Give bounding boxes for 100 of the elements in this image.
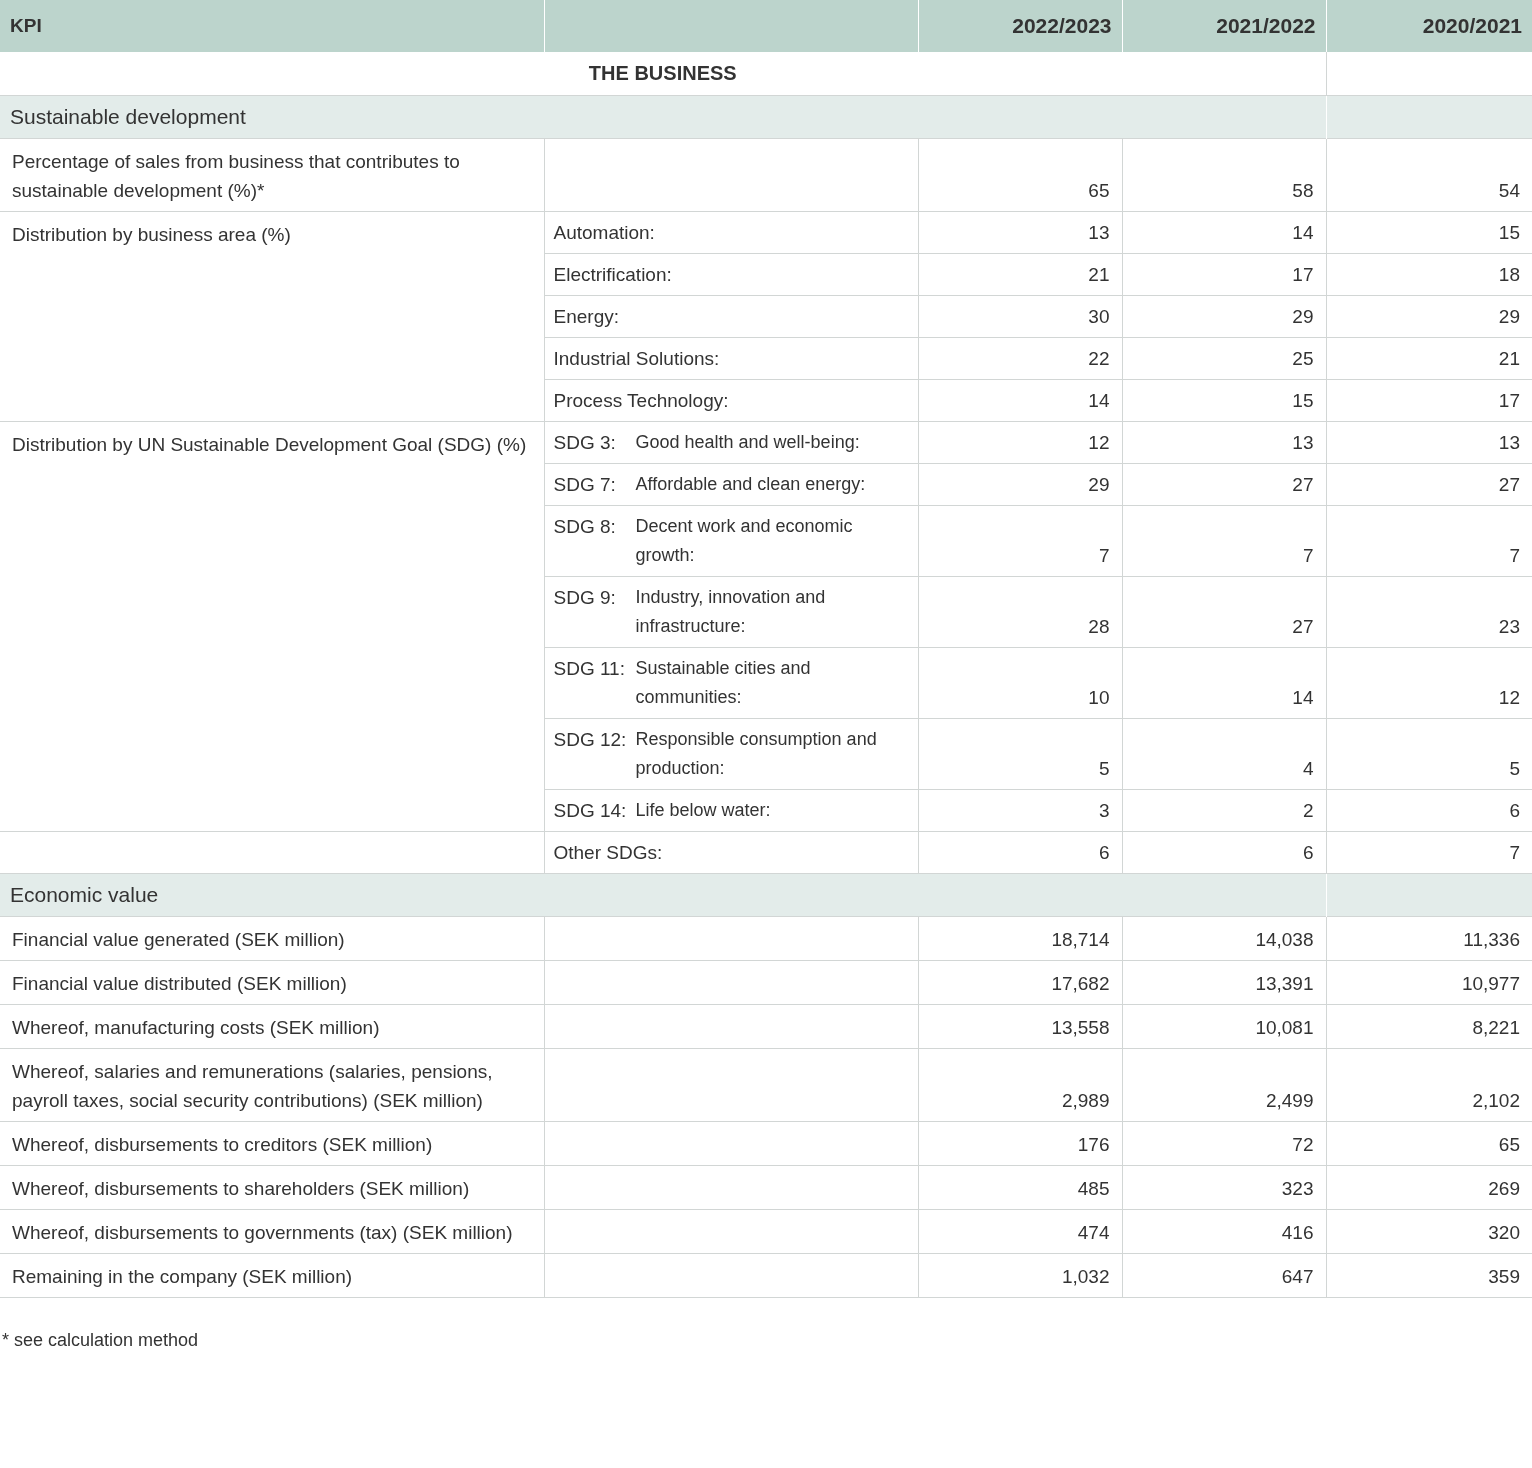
row-item: Industrial Solutions:	[553, 347, 720, 369]
table-cell: 6	[1098, 841, 1110, 863]
table-cell: 13,391	[1255, 972, 1314, 994]
table-cell: 6	[1302, 841, 1314, 863]
table-cell: 416	[1281, 1221, 1314, 1243]
row-item: Decent work and economic growth:	[635, 514, 854, 567]
column-header: 2022/2023	[918, 0, 1122, 52]
row-item: Life below water:	[635, 798, 771, 822]
table-cell: 65	[1088, 179, 1110, 201]
sdg-code: SDG 3:	[553, 430, 617, 455]
table-cell: 2,499	[1265, 1089, 1314, 1111]
row-label: Whereof, disbursements to shareholders (SEK million)	[12, 1177, 470, 1199]
column-header: 2020/2021	[1326, 0, 1532, 52]
table-cell: 22	[1088, 347, 1110, 369]
table-cell: 3	[1098, 799, 1110, 821]
row-item: Other SDGs:	[553, 841, 663, 863]
table-cell: 8,221	[1472, 1016, 1520, 1038]
table-cell: 27	[1292, 473, 1314, 495]
row-item: Electrification:	[553, 263, 672, 285]
table-cell: 65	[1498, 1133, 1520, 1155]
table-cell: 18	[1498, 263, 1520, 285]
table-cell: 29	[1088, 473, 1110, 495]
row-item: Sustainable cities and communities:	[635, 656, 812, 709]
table-cell: 21	[1498, 347, 1520, 369]
table-cell: 28	[1088, 615, 1110, 637]
table-cell: 5	[1098, 757, 1110, 779]
row-item: Industry, innovation and infrastructure:	[635, 585, 827, 638]
table-cell: 21	[1088, 263, 1110, 285]
table-cell: 25	[1292, 347, 1314, 369]
table-cell: 14,038	[1255, 928, 1314, 950]
column-header: 2021/2022	[1122, 0, 1326, 52]
sdg-code: SDG 11:	[553, 656, 626, 681]
table-cell: 18,714	[1051, 928, 1110, 950]
table-cell: 13	[1292, 431, 1314, 453]
table-cell: 10,977	[1461, 972, 1520, 994]
row-item: Responsible consumption and production:	[635, 727, 878, 780]
row-item: Affordable and clean energy:	[635, 472, 866, 496]
sdg-code: SDG 14:	[553, 798, 628, 823]
table-cell: 485	[1077, 1177, 1110, 1199]
table-cell: 23	[1498, 615, 1520, 637]
row-item: Good health and well-being:	[635, 430, 860, 454]
row-label: Whereof, disbursements to governments (tax) (SEK million)	[12, 1221, 513, 1243]
row-label: Remaining in the company (SEK million)	[12, 1265, 353, 1287]
table-cell: 15	[1292, 389, 1314, 411]
sdg-code: SDG 9:	[553, 585, 617, 610]
table-title: THE BUSINESS	[588, 62, 737, 84]
table-cell: 7	[1509, 544, 1520, 566]
table-cell: 29	[1292, 305, 1314, 327]
table-cell: 7	[1302, 544, 1314, 566]
table-cell: 4	[1302, 757, 1314, 779]
table-cell: 17	[1498, 389, 1520, 411]
row-item: Energy:	[553, 305, 619, 327]
table-cell: 17	[1292, 263, 1314, 285]
table-cell: 13	[1498, 431, 1520, 453]
table-cell: 14	[1292, 686, 1314, 708]
table-cell: 7	[1098, 544, 1110, 566]
table-cell: 30	[1088, 305, 1110, 327]
row-label: Whereof, disbursements to creditors (SEK million)	[12, 1133, 433, 1155]
row-label: Whereof, manufacturing costs (SEK million)	[12, 1016, 380, 1038]
table-cell: 13,558	[1051, 1016, 1110, 1038]
column-header: KPI	[0, 0, 544, 52]
table-cell: 54	[1498, 179, 1520, 201]
row-label: Financial value generated (SEK million)	[12, 928, 345, 950]
table-cell: 29	[1498, 305, 1520, 327]
table-cell: 58	[1292, 179, 1314, 201]
table-cell: 11,336	[1463, 928, 1520, 950]
sdg-code: SDG 12:	[553, 727, 628, 752]
table-cell: 320	[1488, 1221, 1520, 1243]
table-cell: 13	[1088, 221, 1110, 243]
row-item: Automation:	[553, 221, 655, 243]
table-cell: 12	[1088, 431, 1110, 453]
table-cell: 27	[1498, 473, 1520, 495]
table-cell: 2,989	[1061, 1089, 1110, 1111]
table-cell: 2	[1302, 799, 1314, 821]
table-cell: 474	[1077, 1221, 1110, 1243]
row-label: Whereof, salaries and remunerations (salaries, pensions, payroll taxes, social security contributions) (SEK million)	[12, 1060, 493, 1111]
row-label: Percentage of sales from business that contributes to sustainable development (%)*	[12, 150, 460, 201]
table-cell: 359	[1488, 1265, 1520, 1287]
table-cell: 6	[1509, 799, 1520, 821]
table-cell: 10,081	[1255, 1016, 1314, 1038]
table-cell: 647	[1281, 1265, 1314, 1287]
row-label: Distribution by UN Sustainable Development Goal (SDG) (%)	[12, 433, 527, 455]
sdg-code: SDG 7:	[553, 472, 617, 497]
table-cell: 12	[1498, 686, 1520, 708]
table-cell: 14	[1088, 389, 1110, 411]
section-heading: Economic value	[0, 873, 1326, 916]
table-cell: 15	[1498, 221, 1520, 243]
table-cell: 10	[1088, 686, 1110, 708]
section-heading: Sustainable development	[0, 95, 1326, 138]
sdg-code: SDG 8:	[553, 514, 617, 539]
table-cell: 323	[1281, 1177, 1314, 1199]
table-cell: 269	[1488, 1177, 1520, 1199]
row-label: Financial value distributed (SEK million)	[12, 972, 347, 994]
row-label: Distribution by business area (%)	[12, 223, 291, 245]
table-cell: 1,032	[1061, 1265, 1110, 1287]
table-cell: 176	[1077, 1133, 1110, 1155]
table-cell: 14	[1292, 221, 1314, 243]
table-cell: 27	[1292, 615, 1314, 637]
row-item: Process Technology:	[553, 389, 729, 411]
table-cell: 17,682	[1051, 972, 1110, 994]
